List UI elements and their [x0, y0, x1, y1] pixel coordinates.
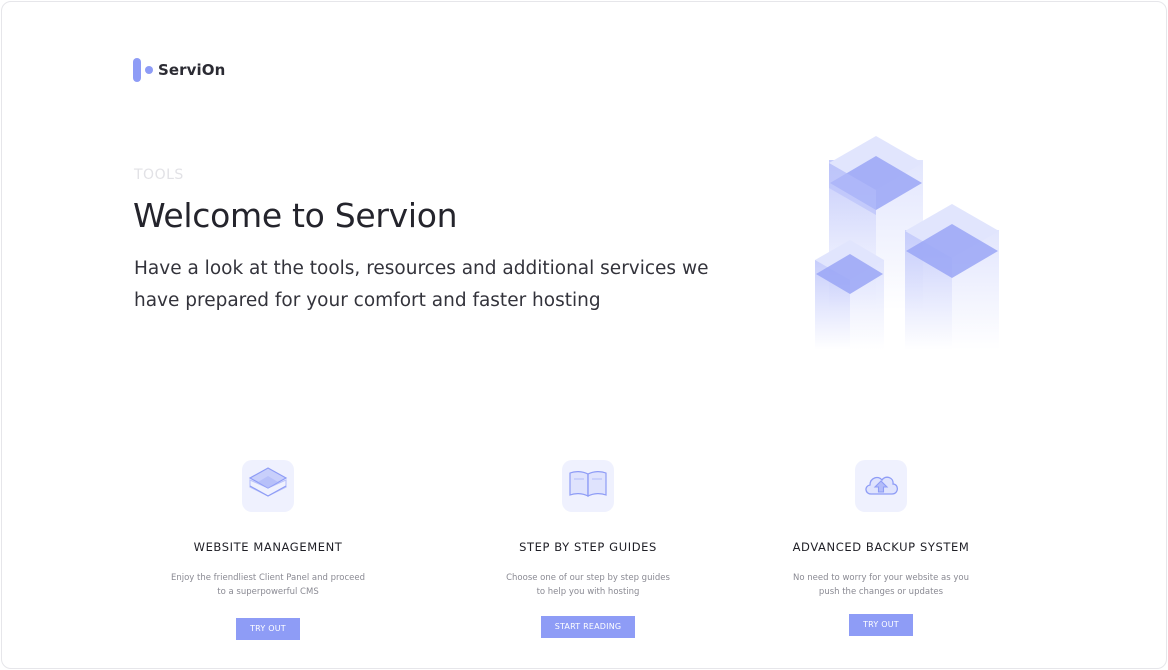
try-out-button[interactable]: TRY OUT: [849, 614, 913, 636]
cloud-upload-icon: [861, 469, 901, 503]
logo-mark-icon: [133, 58, 155, 82]
feature-title: STEP BY STEP GUIDES: [519, 540, 657, 554]
brand-logo[interactable]: ServiOn: [133, 58, 225, 82]
feature-icon-box: [562, 460, 614, 512]
try-out-button[interactable]: TRY OUT: [236, 618, 300, 640]
feature-icon-box: [242, 460, 294, 512]
brand-name: ServiOn: [158, 61, 226, 79]
feature-icon-box: [855, 460, 907, 512]
feature-description: Choose one of our step by step guides to…: [506, 573, 670, 597]
feature-title: WEBSITE MANAGEMENT: [193, 540, 343, 554]
feature-title: ADVANCED BACKUP SYSTEM: [792, 540, 970, 554]
section-eyebrow: TOOLS: [134, 167, 184, 183]
servers-illustration: [800, 130, 1020, 360]
start-reading-button[interactable]: START READING: [540, 616, 636, 638]
layers-icon: [248, 466, 288, 506]
hero-subtitle: Have a look at the tools, resources and …: [134, 258, 709, 311]
feature-advanced-backup-system: ADVANCED BACKUP SYSTEM No need to worry …: [751, 460, 1011, 636]
feature-description: Enjoy the friendliest Client Panel and p…: [170, 573, 366, 597]
book-icon: [568, 469, 608, 503]
feature-description: No need to worry for your website as you…: [793, 573, 969, 597]
feature-step-by-step-guides: STEP BY STEP GUIDES Choose one of our st…: [458, 460, 718, 638]
page-title: Welcome to Servion: [133, 196, 458, 235]
feature-website-management: WEBSITE MANAGEMENT Enjoy the friendliest…: [138, 460, 398, 640]
